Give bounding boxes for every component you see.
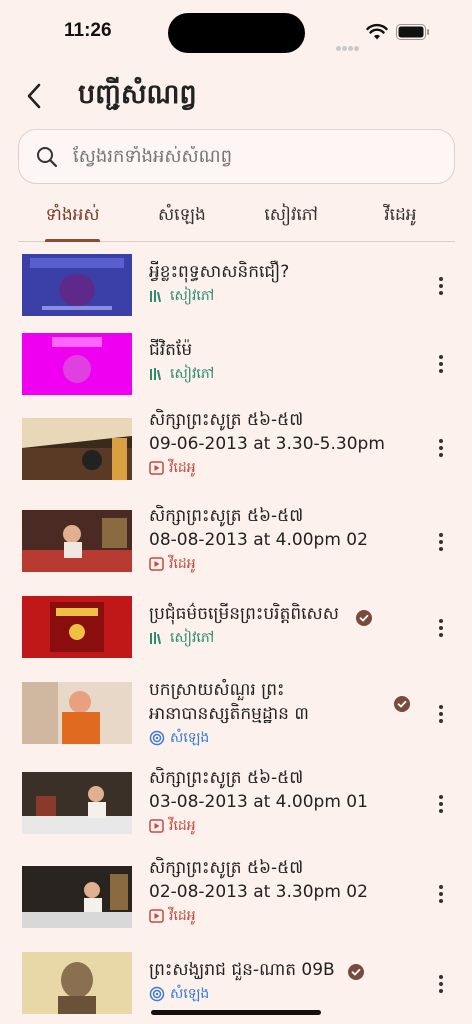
play-icon: [149, 557, 164, 571]
item-title: សិក្សាព្រះសូត្រ ៥៦-៥៧: [149, 410, 304, 430]
tab-audio[interactable]: សំឡេង: [127, 194, 236, 241]
more-options-icon[interactable]: [432, 436, 450, 460]
item-title: ជីវិតម៉ែ: [149, 340, 193, 360]
header: បញ្ជីសំណព្វ: [0, 72, 472, 122]
item-type: សំឡេង: [149, 984, 364, 1004]
verified-icon: [356, 610, 372, 626]
item-title: បកស្រាយសំណួរ ព្រះ: [149, 680, 285, 700]
verified-icon: [394, 696, 410, 712]
more-options-icon[interactable]: [432, 702, 450, 726]
item-type-label: សំឡេង: [170, 730, 210, 746]
item-subtitle: 09-06-2013 at 3.30-5.30pm: [149, 434, 385, 454]
item-type-label: សៀវភៅ: [170, 630, 215, 646]
item-title: សិក្សាព្រះសូត្រ ៥៦-៥៧: [149, 768, 304, 788]
item-type: សំឡេង: [149, 728, 399, 748]
tab-video[interactable]: វីដេអូ: [346, 194, 455, 241]
item-type: សៀវភៅ: [149, 286, 399, 306]
play-icon: [149, 909, 164, 923]
thumbnail: [22, 866, 132, 928]
item-type-label: សៀវភៅ: [170, 288, 215, 304]
status-time: 11:26: [64, 20, 112, 41]
list-item[interactable]: សិក្សាព្រះសូត្រ ៥៦-៥៧ 08-08-2013 at 4.00…: [0, 504, 472, 590]
more-options-icon[interactable]: [432, 972, 450, 996]
item-subtitle: 08-08-2013 at 4.00pm 02: [149, 530, 368, 550]
list-item[interactable]: សិក្សាព្រះសូត្រ ៥៦-៥៧ 03-08-2013 at 4.00…: [0, 764, 472, 850]
dynamic-island: [168, 13, 305, 53]
tab-all[interactable]: ទាំងអស់: [18, 194, 127, 242]
item-title: សិក្សាព្រះសូត្រ ៥៦-៥៧: [149, 858, 304, 878]
play-icon: [149, 461, 164, 475]
status-bar: 11:26: [0, 0, 472, 60]
item-type: វីដេអូ: [149, 816, 399, 836]
podcast-icon: [149, 986, 165, 1002]
list-item[interactable]: សិក្សាព្រះសូត្រ ៥៦-៥៧ 09-06-2013 at 3.30…: [0, 406, 472, 492]
thumbnail: [22, 952, 132, 1014]
tab-bar: ទាំងអស់ សំឡេង សៀវភៅ វីដេអូ: [18, 194, 455, 242]
search-input[interactable]: [73, 146, 433, 167]
thumbnail: [22, 333, 132, 395]
item-subtitle: 02-08-2013 at 3.30pm 02: [149, 882, 368, 902]
item-subtitle: អានាបានស្សតិកម្មដ្ឋាន ៣: [149, 704, 309, 724]
item-type: សៀវភៅ: [149, 364, 399, 384]
item-type-label: វីដេអូ: [169, 908, 196, 924]
podcast-icon: [149, 730, 165, 746]
list-item[interactable]: ប្រជុំធម៌ចម្រើនព្រះបរិត្តពិសេស សៀវភៅ: [0, 592, 472, 678]
more-options-icon[interactable]: [432, 352, 450, 376]
list-item[interactable]: បកស្រាយសំណួរ ព្រះ អានាបានស្សតិកម្មដ្ឋាន …: [0, 676, 472, 762]
back-button[interactable]: [18, 80, 50, 112]
thumbnail: [22, 682, 132, 744]
more-options-icon[interactable]: [432, 616, 450, 640]
item-title: សិក្សាព្រះសូត្រ ៥៦-៥៧: [149, 506, 304, 526]
thumbnail: [22, 772, 132, 834]
item-title: ប្រជុំធម៌ចម្រើនព្រះបរិត្តពិសេស: [149, 604, 339, 624]
page-title: បញ្ជីសំណព្វ: [78, 79, 197, 110]
book-icon: [149, 367, 165, 381]
verified-icon: [348, 964, 364, 980]
book-icon: [149, 289, 165, 303]
search-bar[interactable]: [18, 129, 455, 184]
item-type-label: សំឡេង: [170, 986, 210, 1002]
item-title: ព្រះសង្ឃរាជ ជួន-ណាត 09B: [149, 960, 335, 980]
book-icon: [149, 631, 165, 645]
chevron-left-icon: [27, 83, 41, 109]
signal-icon: [336, 36, 360, 51]
item-type: វីដេអូ: [149, 554, 399, 574]
more-options-icon[interactable]: [432, 792, 450, 816]
item-type: វីដេអូ: [149, 906, 399, 926]
battery-icon: [396, 24, 429, 40]
search-icon: [37, 146, 58, 167]
item-title: អ្វីខ្លះពុទ្ធសាសនិកជឿ?: [149, 262, 290, 282]
tab-books[interactable]: សៀវភៅ: [237, 194, 346, 241]
list-item[interactable]: អ្វីខ្លះពុទ្ធសាសនិកជឿ? សៀវភៅ: [0, 246, 472, 332]
item-type: សៀវភៅ: [149, 628, 364, 648]
item-type-label: វីដេអូ: [169, 556, 196, 572]
more-options-icon[interactable]: [432, 882, 450, 906]
item-type-label: វីដេអូ: [169, 818, 196, 834]
thumbnail: [22, 510, 132, 572]
list-item[interactable]: សិក្សាព្រះសូត្រ ៥៦-៥៧ 02-08-2013 at 3.30…: [0, 854, 472, 940]
more-options-icon[interactable]: [432, 530, 450, 554]
thumbnail: [22, 596, 132, 658]
item-subtitle: 03-08-2013 at 4.00pm 01: [149, 792, 368, 812]
thumbnail: [22, 254, 132, 316]
item-type-label: វីដេអូ: [169, 460, 196, 476]
wifi-icon: [366, 23, 388, 40]
play-icon: [149, 819, 164, 833]
home-indicator: [151, 1010, 321, 1015]
more-options-icon[interactable]: [432, 274, 450, 298]
item-type: វីដេអូ: [149, 458, 399, 478]
thumbnail: [22, 418, 132, 480]
item-type-label: សៀវភៅ: [170, 366, 215, 382]
